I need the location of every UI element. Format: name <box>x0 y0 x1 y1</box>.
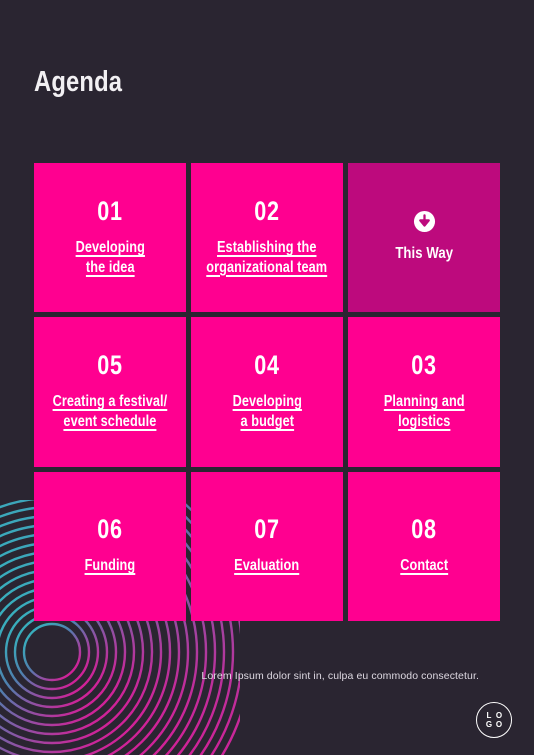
agenda-cell-label: Planning and logistics <box>383 393 465 430</box>
agenda-cell-number: 07 <box>254 514 280 545</box>
agenda-cell-number: 03 <box>411 350 437 381</box>
agenda-cell-01[interactable]: 01 Developing the idea <box>34 163 186 313</box>
logo-letter-2: O <box>495 710 503 720</box>
logo-letter-3: G <box>485 719 493 729</box>
agenda-cell-02[interactable]: 02 Establishing the organizational team <box>191 163 343 313</box>
agenda-cell-label: This Way <box>395 245 453 263</box>
logo-letters: L O G O <box>476 702 512 738</box>
agenda-cell-number: 02 <box>254 195 280 226</box>
agenda-cell-number: 06 <box>97 514 123 545</box>
agenda-cell-07[interactable]: 07 Evaluation <box>191 471 343 621</box>
agenda-cell-label: Funding <box>84 557 136 575</box>
agenda-cell-number: 01 <box>97 195 123 226</box>
agenda-cell-label: Developing a budget <box>232 393 302 430</box>
agenda-cell-label: Establishing the organizational team <box>206 238 328 276</box>
agenda-cell-number: 05 <box>97 350 123 381</box>
agenda-cell-this-way[interactable]: This Way <box>348 163 500 313</box>
agenda-cell-number: 04 <box>254 350 280 381</box>
agenda-cell-label: Evaluation <box>234 557 300 575</box>
agenda-grid: 01 Developing the idea 02 Establishing t… <box>34 163 500 621</box>
agenda-cell-label: Contact <box>400 557 448 575</box>
agenda-cell-label: Developing the idea <box>75 238 145 276</box>
agenda-cell-05[interactable]: 05 Creating a festival/ event schedule <box>34 317 186 467</box>
arrow-down-circle-icon <box>413 211 435 233</box>
footer-note: Lorem Ipsum dolor sint in, culpa eu comm… <box>201 670 479 682</box>
agenda-cell-label: Creating a festival/ event schedule <box>52 393 168 430</box>
logo-letter-4: O <box>495 719 503 729</box>
agenda-cell-06[interactable]: 06 Funding <box>34 471 186 621</box>
logo-letter-1: L <box>486 710 492 720</box>
agenda-cell-04[interactable]: 04 Developing a budget <box>191 317 343 467</box>
logo: L O G O <box>476 702 512 738</box>
agenda-cell-03[interactable]: 03 Planning and logistics <box>348 317 500 467</box>
agenda-cell-number: 08 <box>411 514 437 545</box>
agenda-slide: Agenda 01 Developing the idea 02 Establi… <box>0 0 534 755</box>
page-title: Agenda <box>34 66 123 98</box>
agenda-cell-08[interactable]: 08 Contact <box>348 471 500 621</box>
